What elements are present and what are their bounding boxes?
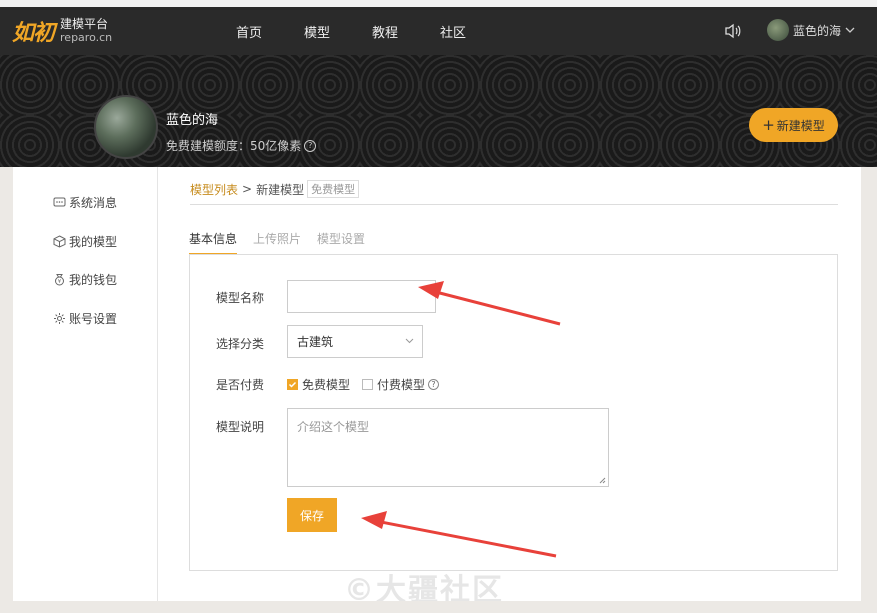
sidebar-item-label: 我的模型 bbox=[69, 235, 118, 249]
model-name-input[interactable] bbox=[287, 280, 436, 313]
logo-mark: 如初 bbox=[12, 20, 55, 46]
sidebar-item-account-settings[interactable]: 账号设置 bbox=[53, 310, 117, 327]
quota-text: 免费建模额度：50亿像素 ? bbox=[166, 137, 317, 154]
cube-icon bbox=[53, 235, 66, 248]
user-avatar-small bbox=[767, 19, 789, 41]
description-label: 模型说明 bbox=[216, 420, 265, 434]
logo-title: 建模平台 bbox=[60, 17, 109, 31]
paid-model-option-label: 付费模型 bbox=[377, 378, 426, 392]
pay-label: 是否付费 bbox=[216, 378, 265, 392]
svg-text:¥: ¥ bbox=[58, 279, 61, 285]
save-button[interactable]: 保存 bbox=[287, 498, 337, 532]
form-tabs: 基本信息 上传照片 模型设置 bbox=[189, 230, 381, 255]
free-model-option-label: 免费模型 bbox=[302, 378, 351, 392]
quota-label: 免费建模额度：50亿像素 bbox=[166, 139, 302, 153]
wallet-icon: ¥ bbox=[55, 274, 64, 286]
main-nav: 首页 模型 教程 社区 bbox=[236, 7, 508, 55]
top-nav-bar: 如初 建模平台 reparo.cn 首页 模型 教程 社区 蓝色的海 bbox=[0, 0, 877, 55]
nav-item-community[interactable]: 社区 bbox=[440, 22, 466, 41]
paid-model-checkbox[interactable] bbox=[362, 379, 374, 390]
breadcrumb: 模型列表 > 新建模型 免费模型 bbox=[190, 180, 360, 198]
sidebar-item-wallet[interactable]: ¥ 我的钱包 bbox=[53, 271, 117, 288]
sidebar-item-my-models[interactable]: 我的模型 bbox=[53, 233, 117, 250]
free-model-tag: 免费模型 bbox=[307, 180, 360, 198]
description-textarea[interactable]: 介绍这个模型 bbox=[287, 408, 609, 487]
gear-icon bbox=[54, 313, 65, 324]
sidebar-item-label: 系统消息 bbox=[69, 196, 118, 210]
help-icon[interactable]: ? bbox=[428, 379, 440, 390]
category-selected-value: 古建筑 bbox=[297, 335, 334, 349]
sidebar-item-label: 账号设置 bbox=[69, 312, 118, 326]
free-model-checkbox[interactable] bbox=[287, 379, 298, 390]
tab-basic-info[interactable]: 基本信息 bbox=[189, 230, 238, 255]
tab-upload-photos[interactable]: 上传照片 bbox=[253, 230, 301, 255]
sidebar-item-label: 我的钱包 bbox=[69, 273, 118, 287]
pay-options: 免费模型 付费模型 ? bbox=[287, 376, 440, 393]
user-menu-name: 蓝色的海 bbox=[793, 23, 842, 38]
new-model-button[interactable]: + 新建模型 bbox=[749, 108, 838, 142]
user-avatar bbox=[94, 95, 158, 159]
category-label: 选择分类 bbox=[216, 337, 265, 351]
plus-icon: + bbox=[762, 116, 775, 134]
profile-name: 蓝色的海 bbox=[166, 113, 219, 128]
category-select[interactable]: 古建筑 bbox=[287, 325, 423, 358]
speaker-icon[interactable] bbox=[724, 23, 742, 39]
nav-item-home[interactable]: 首页 bbox=[236, 22, 262, 41]
user-menu[interactable]: 蓝色的海 bbox=[767, 19, 855, 41]
nav-item-models[interactable]: 模型 bbox=[304, 22, 330, 41]
chevron-down-icon bbox=[405, 338, 414, 344]
logo-subtitle: reparo.cn bbox=[60, 31, 113, 44]
page-bottom-strip bbox=[0, 601, 877, 613]
description-placeholder: 介绍这个模型 bbox=[297, 420, 370, 434]
sidebar-item-messages[interactable]: 系统消息 bbox=[53, 194, 117, 211]
breadcrumb-model-list[interactable]: 模型列表 bbox=[190, 181, 238, 198]
new-model-label: 新建模型 bbox=[776, 118, 825, 133]
resize-handle-icon[interactable] bbox=[599, 477, 606, 484]
model-name-label: 模型名称 bbox=[216, 291, 265, 305]
breadcrumb-separator: > bbox=[242, 182, 253, 196]
nav-item-tutorials[interactable]: 教程 bbox=[372, 22, 398, 41]
breadcrumb-divider bbox=[190, 204, 838, 205]
breadcrumb-current: 新建模型 bbox=[256, 182, 305, 197]
check-icon bbox=[288, 381, 297, 388]
site-logo[interactable]: 如初 建模平台 reparo.cn bbox=[12, 15, 112, 47]
chevron-down-icon bbox=[845, 27, 855, 33]
tab-model-settings[interactable]: 模型设置 bbox=[317, 230, 365, 255]
message-icon bbox=[53, 197, 66, 207]
help-icon[interactable]: ? bbox=[304, 139, 317, 152]
